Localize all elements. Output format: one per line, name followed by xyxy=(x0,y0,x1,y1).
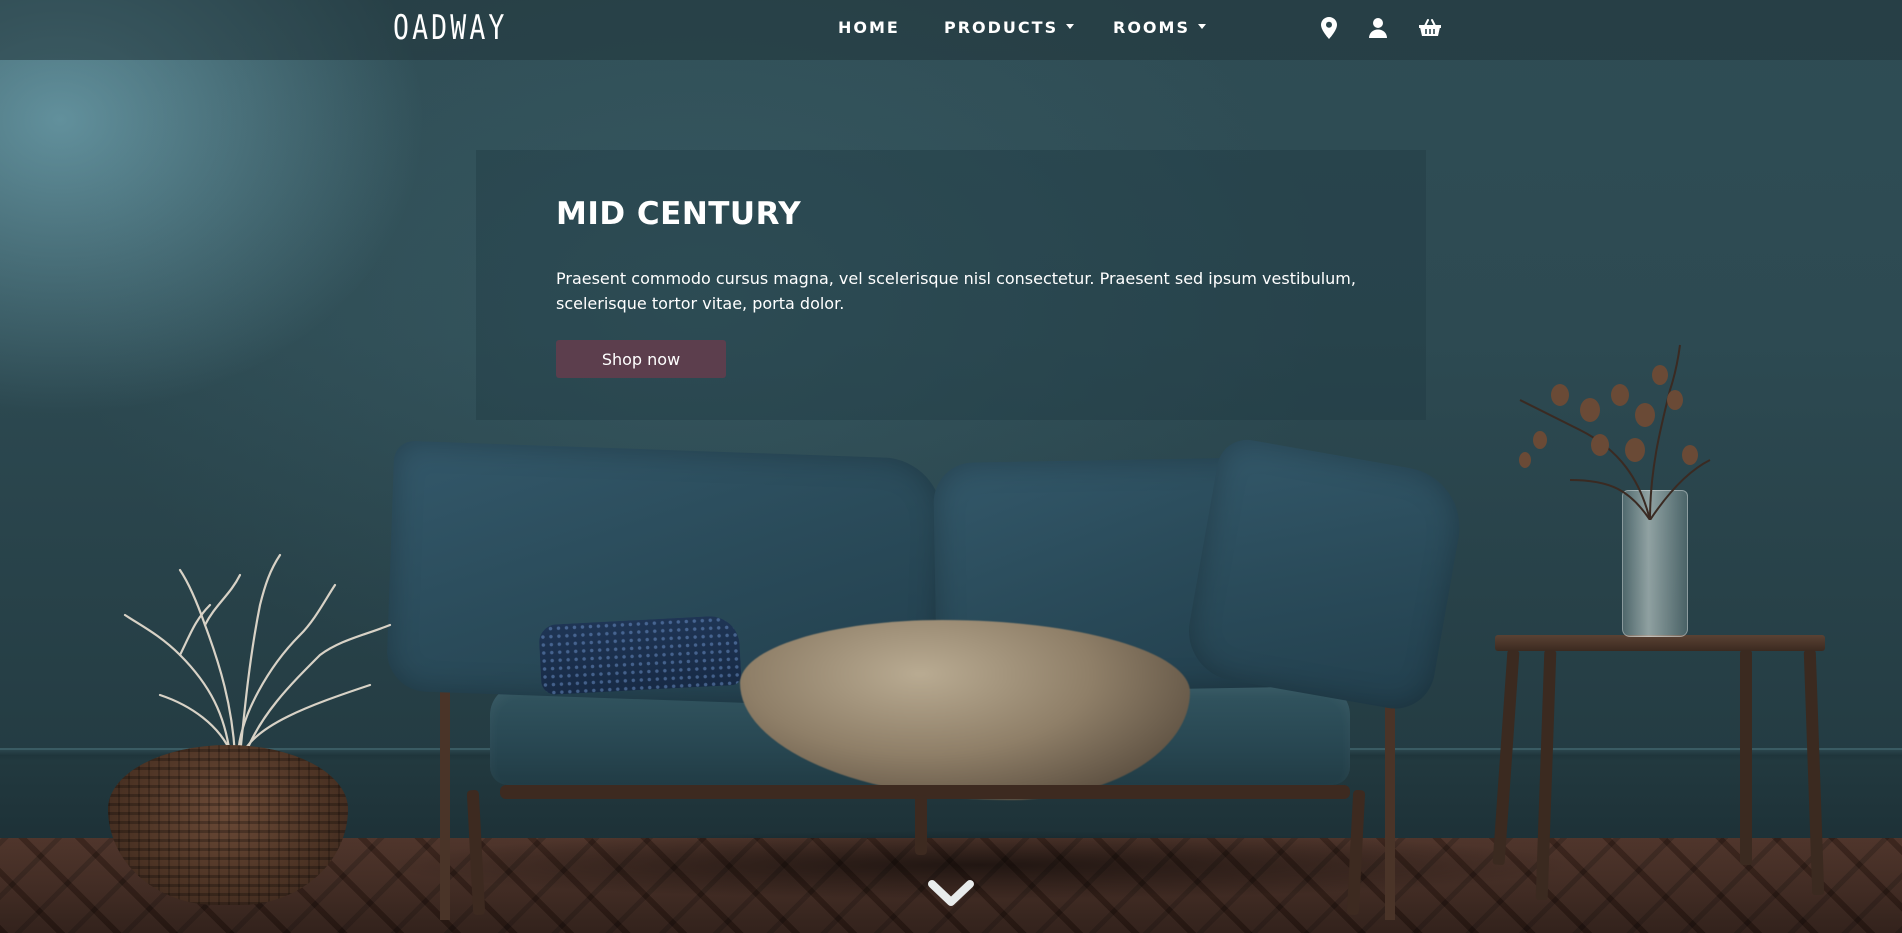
nav-item-label: HOME xyxy=(838,18,900,37)
scroll-down-button[interactable] xyxy=(926,876,976,910)
nav-item-rooms[interactable]: ROOMS xyxy=(1113,18,1206,37)
sofa-leg xyxy=(915,795,927,855)
shopping-basket-icon[interactable] xyxy=(1419,19,1441,41)
caret-down-icon xyxy=(1197,24,1206,29)
nav-item-home[interactable]: HOME xyxy=(838,18,900,37)
hero-background-image xyxy=(0,0,1902,933)
shop-now-button[interactable]: Shop now xyxy=(556,340,726,378)
page: OADWAY HOME PRODUCTS ROOMS MID CENTURY P… xyxy=(0,0,1902,933)
hero-title: MID CENTURY xyxy=(556,196,802,232)
dried-branches xyxy=(123,553,392,755)
nav-item-products[interactable]: PRODUCTS xyxy=(944,18,1075,37)
pinecone-branches xyxy=(1519,344,1711,520)
nav-item-label: PRODUCTS xyxy=(944,18,1059,37)
nav-item-label: ROOMS xyxy=(1113,18,1190,37)
user-icon[interactable] xyxy=(1369,18,1387,42)
floor-shadow xyxy=(380,830,1580,900)
caret-down-icon xyxy=(1066,24,1075,29)
hero-description: Praesent commodo cursus magna, vel scele… xyxy=(556,269,1356,313)
site-logo[interactable]: OADWAY xyxy=(393,8,508,48)
map-pin-icon[interactable] xyxy=(1321,17,1337,43)
sofa-side-pillow xyxy=(1181,435,1469,715)
patterned-pillow xyxy=(538,614,742,696)
side-table-top xyxy=(1495,635,1825,651)
chevron-down-icon xyxy=(928,880,974,906)
side-table-leg xyxy=(1740,650,1752,865)
site-header: OADWAY HOME PRODUCTS ROOMS xyxy=(0,0,1902,60)
